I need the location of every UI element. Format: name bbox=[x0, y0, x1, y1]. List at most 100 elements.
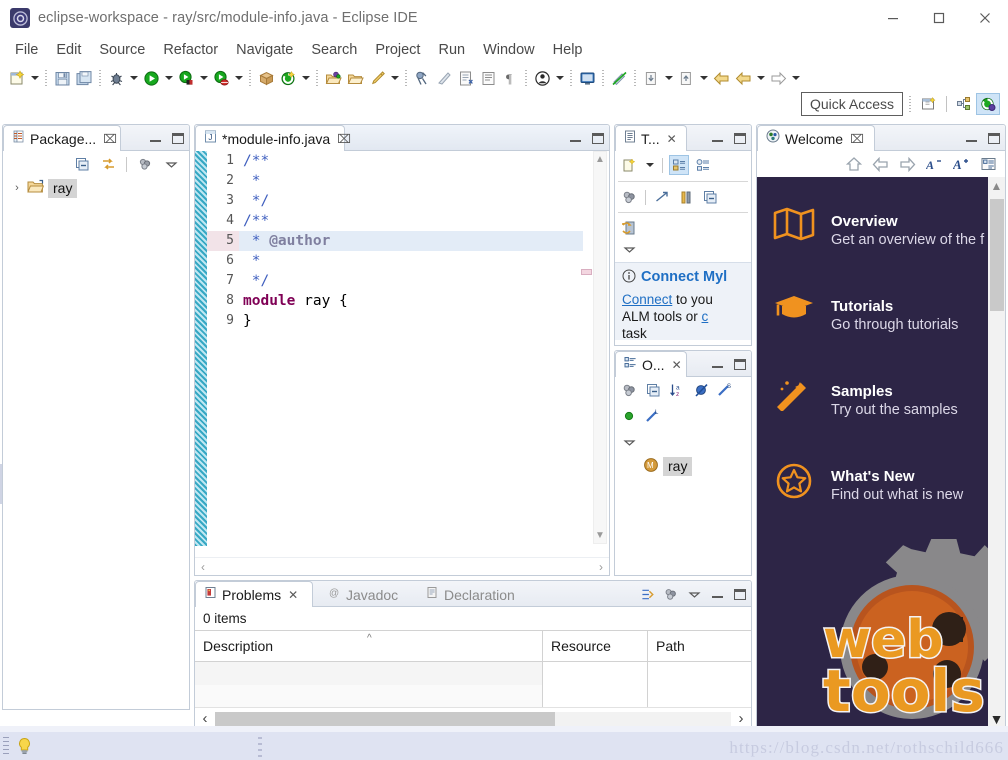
search-marker-icon[interactable] bbox=[366, 67, 388, 89]
new-java-package-icon[interactable] bbox=[255, 67, 277, 89]
run-dropdown-icon[interactable] bbox=[162, 67, 175, 89]
scroll-thumb[interactable] bbox=[215, 711, 555, 726]
terminal-icon[interactable] bbox=[576, 67, 598, 89]
tab-module-info-java[interactable]: J *module-info.java ⌧ bbox=[195, 125, 351, 151]
minimize-view-icon[interactable] bbox=[710, 131, 724, 145]
editor-horizontal-scrollbar[interactable]: ‹ › bbox=[195, 557, 609, 575]
next-annotation-icon[interactable] bbox=[675, 67, 697, 89]
table-row[interactable] bbox=[195, 662, 751, 685]
home-icon[interactable] bbox=[845, 156, 862, 173]
coverage-icon[interactable] bbox=[210, 67, 232, 89]
tree-item-ray[interactable]: › ray bbox=[3, 177, 189, 199]
restore-tasks-icon[interactable] bbox=[619, 218, 639, 238]
column-header-resource[interactable]: Resource bbox=[543, 631, 648, 661]
focus-on-workweek-icon[interactable] bbox=[652, 187, 672, 207]
categorized-presentation-icon[interactable] bbox=[669, 155, 689, 175]
save-icon[interactable] bbox=[51, 67, 73, 89]
back-icon[interactable] bbox=[710, 67, 732, 89]
pilcrow-icon[interactable]: ¶ bbox=[499, 67, 521, 89]
welcome-item-samples[interactable]: Samples Try out the samples bbox=[757, 365, 1005, 450]
column-header-path[interactable]: Path bbox=[648, 631, 751, 661]
code-editor-area[interactable]: 1 2 3 4 5 6 7 8 9 /** * */ /** * @author… bbox=[195, 151, 609, 575]
menu-help[interactable]: Help bbox=[544, 39, 592, 61]
user-icon[interactable] bbox=[531, 67, 553, 89]
quick-fix-bulb-icon[interactable] bbox=[13, 735, 35, 757]
coverage-dropdown-icon[interactable] bbox=[232, 67, 245, 89]
minimize-view-icon[interactable] bbox=[568, 131, 582, 145]
open-task-icon[interactable] bbox=[344, 67, 366, 89]
customize-page-icon[interactable] bbox=[980, 156, 997, 173]
new-wizard-icon[interactable] bbox=[6, 67, 28, 89]
scroll-up-icon[interactable]: ▲ bbox=[991, 179, 1003, 193]
user-dropdown-icon[interactable] bbox=[553, 67, 566, 89]
toggle-ant-icon[interactable] bbox=[433, 67, 455, 89]
previous-annotation-dropdown-icon[interactable] bbox=[662, 67, 675, 89]
welcome-item-whats-new[interactable]: What's New Find out what is new bbox=[757, 450, 1005, 535]
run-icon[interactable] bbox=[140, 67, 162, 89]
toggle-block-selection-icon[interactable] bbox=[455, 67, 477, 89]
minimize-button[interactable] bbox=[870, 0, 916, 36]
debug-icon[interactable] bbox=[105, 67, 127, 89]
close-icon[interactable]: ✕ bbox=[667, 132, 677, 146]
menu-file[interactable]: File bbox=[6, 39, 47, 61]
maximize-view-icon[interactable] bbox=[591, 131, 605, 145]
close-icon[interactable]: ✕ bbox=[672, 358, 682, 372]
scroll-left-icon[interactable]: ‹ bbox=[201, 560, 205, 574]
link-with-editor-icon[interactable] bbox=[98, 154, 118, 174]
maximize-view-icon[interactable] bbox=[733, 587, 747, 601]
forward-icon[interactable] bbox=[899, 156, 916, 173]
scroll-down-icon[interactable]: ▼ bbox=[990, 711, 1004, 727]
new-wizard-dropdown-icon[interactable] bbox=[28, 67, 41, 89]
maximize-view-icon[interactable] bbox=[171, 131, 185, 145]
hide-fields-icon[interactable] bbox=[691, 380, 711, 400]
tab-task-list[interactable]: T... ✕ bbox=[615, 125, 687, 151]
save-all-icon[interactable] bbox=[73, 67, 95, 89]
perspective-java-ee[interactable] bbox=[952, 93, 976, 115]
table-row[interactable] bbox=[195, 685, 751, 708]
filter-icon[interactable] bbox=[664, 587, 678, 601]
tab-welcome[interactable]: Welcome ⌧ bbox=[757, 125, 875, 151]
open-perspective-icon[interactable] bbox=[917, 93, 941, 115]
welcome-item-tutorials[interactable]: Tutorials Go through tutorials bbox=[757, 280, 1005, 365]
scroll-right-icon[interactable]: › bbox=[731, 710, 751, 727]
chevron-right-icon[interactable]: › bbox=[11, 182, 23, 194]
column-header-description[interactable]: Description ^ bbox=[195, 631, 543, 661]
scroll-down-icon[interactable]: ▼ bbox=[595, 528, 605, 543]
new-task-icon[interactable] bbox=[619, 155, 639, 175]
view-menu-icon[interactable] bbox=[619, 239, 639, 259]
close-icon[interactable]: ⌧ bbox=[850, 132, 864, 146]
minimize-view-icon[interactable] bbox=[964, 131, 978, 145]
scroll-up-icon[interactable]: ▲ bbox=[595, 152, 605, 167]
menu-project[interactable]: Project bbox=[366, 39, 429, 61]
forward-icon[interactable] bbox=[767, 67, 789, 89]
close-icon[interactable]: ✕ bbox=[288, 588, 298, 602]
close-icon[interactable]: ⌧ bbox=[103, 132, 117, 146]
tab-declaration[interactable]: Declaration bbox=[417, 581, 535, 607]
tab-javadoc[interactable]: @ Javadoc bbox=[319, 581, 415, 607]
scroll-track[interactable] bbox=[215, 711, 731, 726]
minimize-view-icon[interactable] bbox=[710, 587, 724, 601]
run-external-tools-icon[interactable] bbox=[175, 67, 197, 89]
view-menu-icon[interactable] bbox=[687, 587, 701, 601]
toggle-mark-occurrences-icon[interactable] bbox=[608, 67, 630, 89]
minimize-view-icon[interactable] bbox=[148, 131, 162, 145]
new-java-class-icon[interactable] bbox=[277, 67, 299, 89]
skip-all-breakpoints-icon[interactable] bbox=[411, 67, 433, 89]
hide-non-public-icon[interactable] bbox=[619, 406, 639, 426]
menu-search[interactable]: Search bbox=[302, 39, 366, 61]
forward-history-dropdown-icon[interactable] bbox=[754, 67, 767, 89]
decrease-font-icon[interactable]: A bbox=[926, 156, 943, 173]
menu-navigate[interactable]: Navigate bbox=[227, 39, 302, 61]
focus-on-selection-icon[interactable] bbox=[641, 587, 655, 601]
menu-refactor[interactable]: Refactor bbox=[154, 39, 227, 61]
previous-annotation-icon[interactable] bbox=[640, 67, 662, 89]
view-menu-icon[interactable] bbox=[161, 154, 181, 174]
menu-edit[interactable]: Edit bbox=[47, 39, 90, 61]
editor-vertical-scrollbar[interactable]: ▲ ▼ bbox=[593, 151, 607, 544]
forward-history-icon[interactable] bbox=[732, 67, 754, 89]
collapse-all-icon[interactable] bbox=[643, 380, 663, 400]
tab-package-explorer[interactable]: Package... ⌧ bbox=[3, 125, 121, 151]
scroll-left-icon[interactable]: ‹ bbox=[195, 710, 215, 727]
filter-icon[interactable] bbox=[619, 380, 639, 400]
scheduled-presentation-icon[interactable] bbox=[693, 155, 713, 175]
